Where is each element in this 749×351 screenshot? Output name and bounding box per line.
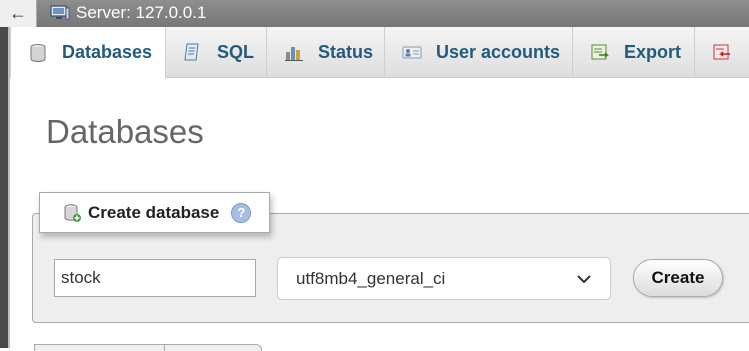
collation-select[interactable]: utf8mb4_general_ci (277, 257, 611, 300)
left-rail (0, 0, 8, 348)
database-name-input[interactable] (54, 259, 256, 297)
tab-user-accounts[interactable]: User accounts (385, 27, 573, 77)
tab-user-accounts-label: User accounts (436, 41, 561, 62)
tab-status-label: Status (318, 41, 374, 62)
tab-export[interactable]: Export (573, 27, 695, 77)
help-icon[interactable]: ? (231, 202, 252, 223)
server-monitor-icon (50, 5, 70, 20)
tab-sql-label: SQL (217, 41, 255, 62)
tab-export-label: Export (624, 41, 682, 62)
import-icon (713, 44, 730, 60)
database-cylinder-icon (30, 43, 46, 62)
tab-import[interactable] (695, 27, 749, 77)
user-card-icon (402, 46, 422, 59)
create-database-legend: Create database ? (39, 192, 270, 233)
back-arrow-button[interactable]: ← (0, 0, 37, 27)
page-title: Databases (46, 113, 204, 150)
main-tab-bar: Databases SQL Status User accounts Expor… (10, 27, 749, 78)
status-chart-icon (285, 47, 303, 61)
create-database-heading: Create database (88, 202, 220, 222)
sql-page-icon (184, 43, 199, 61)
tab-databases[interactable]: Databases (10, 27, 166, 78)
export-icon (591, 44, 609, 60)
tab-status[interactable]: Status (267, 27, 385, 77)
tab-databases-label: Databases (62, 42, 153, 62)
tab-sql[interactable]: SQL (166, 27, 267, 77)
database-add-icon (64, 203, 81, 222)
server-breadcrumb-bar: ← Server: 127.0.0.1 (0, 0, 749, 27)
create-button[interactable]: Create (633, 259, 723, 297)
chevron-down-icon (577, 275, 591, 284)
collation-selected-value: utf8mb4_general_ci (296, 269, 446, 288)
server-label[interactable]: Server: 127.0.0.1 (76, 3, 206, 23)
